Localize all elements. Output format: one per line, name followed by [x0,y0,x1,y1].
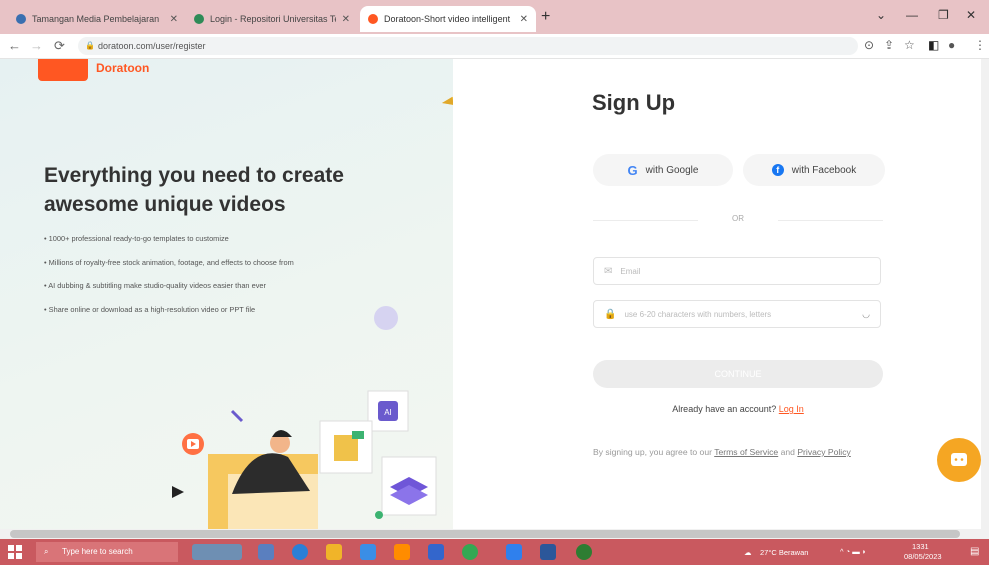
login-prompt: Already have an account? Log In [593,404,883,414]
email-placeholder: Email [620,266,641,276]
windows-start-icon[interactable] [8,545,22,559]
terms-of-service-link[interactable]: Terms of Service [714,447,778,457]
file-explorer-icon[interactable] [326,544,342,560]
maximize-button[interactable]: ❐ [938,8,949,22]
forward-icon[interactable]: → [30,38,43,53]
zoom-icon[interactable]: ⊙ [864,38,874,52]
edge-icon[interactable] [292,544,308,560]
task-view-icon[interactable] [258,544,274,560]
ai-badge-text: AI [384,408,392,417]
bookmark-star-icon[interactable]: ☆ [904,38,915,52]
app-icon[interactable] [506,544,522,560]
tab-title: Tamangan Media Pembelajaran [32,14,160,24]
browser-tab-strip: Tamangan Media Pembelajaran ✕ Login - Re… [0,0,989,34]
windows-taskbar: ⌕ Type here to search ☁ 27°C Berawan ^ ◔… [0,539,989,565]
signup-title: Sign Up [592,90,676,115]
facebook-icon: f [771,164,784,176]
email-field[interactable]: ✉ Email [593,257,881,285]
terms-notice: By signing up, you agree to our Terms of… [593,445,885,459]
tab-title: Doratoon-Short video intelligent [384,14,511,24]
taskbar-widget[interactable] [192,544,242,560]
system-tray-icons[interactable]: ^ ◔ ▬ ◗ [840,547,866,556]
app-icon[interactable] [428,544,444,560]
or-label: OR [732,214,744,223]
google-button-label: with Google [645,164,699,176]
browser-tab-1[interactable]: Tamangan Media Pembelajaran ✕ [8,6,186,32]
brand-name: Doratoon [96,61,150,75]
site-favicon-icon [194,14,204,24]
tab-title: Login - Repositori Universitas Terbuka [210,14,336,24]
address-bar[interactable]: 🔒 doratoon.com/user/register [78,37,858,55]
login-link[interactable]: Log In [779,404,804,414]
site-favicon-icon [368,14,378,24]
feature-item: • 1000+ professional ready-to-go templat… [44,234,229,243]
sidebar-icon[interactable]: ◧ [928,38,939,52]
doratoon-register-page: Doratoon Everything you need to create a… [0,59,989,529]
app-icon[interactable] [394,544,410,560]
lock-icon: 🔒 [604,308,617,320]
browser-menu-icon[interactable]: ⋮ [974,38,986,52]
scrollbar-thumb[interactable] [10,530,960,538]
weather-icon[interactable]: ☁ [744,548,752,557]
minimize-button[interactable]: — [906,8,918,22]
close-window-button[interactable]: ✕ [966,8,976,22]
google-icon: G [627,162,638,178]
new-tab-button[interactable]: + [541,8,550,26]
browser-tab-2[interactable]: Login - Repositori Universitas Terbuka ✕ [186,6,358,32]
notification-icon[interactable]: ▤ [970,546,979,557]
weather-text[interactable]: 27°C Berawan [760,548,808,557]
terms-prefix: By signing up, you agree to our [593,447,712,457]
tab-close-icon[interactable]: ✕ [170,14,178,25]
facebook-signup-button[interactable]: f with Facebook [743,154,885,186]
browser-tab-3[interactable]: Doratoon-Short video intelligent ✕ [360,6,536,32]
browser-toolbar: ← → ⟳ 🔒 doratoon.com/user/register ⊙ ⇪ ☆… [0,34,989,59]
tab-close-icon[interactable]: ✕ [342,14,350,25]
lock-icon: 🔒 [85,41,95,50]
divider-line [778,220,883,221]
password-field[interactable]: 🔒 use 6-20 characters with numbers, lett… [593,300,881,328]
tab-search-icon[interactable]: ⌄ [876,8,886,22]
site-favicon-icon [16,14,26,24]
word-icon[interactable] [540,544,556,560]
app-icon[interactable] [576,544,592,560]
search-icon: ⌕ [44,547,49,556]
feature-item: • AI dubbing & subtitling make studio-qu… [44,281,266,290]
clock-time[interactable]: 1331 [912,542,929,551]
facebook-button-label: with Facebook [791,164,857,176]
show-password-icon[interactable]: ◡ [862,309,870,320]
terms-and: and [780,447,795,457]
store-icon[interactable] [360,544,376,560]
decorative-circle [374,306,398,330]
youtube-icon [182,433,204,455]
promo-headline: Everything you need to create awesome un… [44,164,344,216]
chrome-icon[interactable] [462,544,478,560]
play-arrow-icon [172,486,184,498]
have-account-text: Already have an account? [672,404,777,414]
sparkle-icon [230,409,244,423]
vertical-scrollbar[interactable] [981,59,989,529]
url-text: doratoon.com/user/register [98,41,206,51]
horizontal-scrollbar[interactable] [0,529,989,539]
continue-button[interactable]: CONTINUE [593,360,883,388]
feature-item: • Millions of royalty-free stock animati… [44,257,294,267]
clock-date[interactable]: 08/05/2023 [904,552,942,561]
tab-close-icon[interactable]: ✕ [520,14,528,25]
mail-icon: ✉ [604,265,613,277]
share-icon[interactable]: ⇪ [884,38,894,52]
promo-panel: Doratoon Everything you need to create a… [0,59,470,529]
profile-avatar-icon[interactable]: ● [948,38,955,52]
privacy-policy-link[interactable]: Privacy Policy [797,447,850,457]
taskbar-search-placeholder: Type here to search [62,547,133,556]
or-divider: OR [593,214,883,226]
signup-panel: Sign Up G with Google f with Facebook OR… [453,59,989,529]
reload-icon[interactable]: ⟳ [54,38,65,54]
google-signup-button[interactable]: G with Google [593,154,733,186]
chat-bubble-icon [951,453,967,466]
chat-support-button[interactable] [937,438,981,482]
doratoon-logo-icon [38,59,88,81]
divider-line [593,220,698,221]
back-icon[interactable]: ← [8,38,21,53]
password-placeholder: use 6-20 characters with numbers, letter… [624,309,772,319]
taskbar-search-box[interactable]: ⌕ Type here to search [36,542,178,562]
